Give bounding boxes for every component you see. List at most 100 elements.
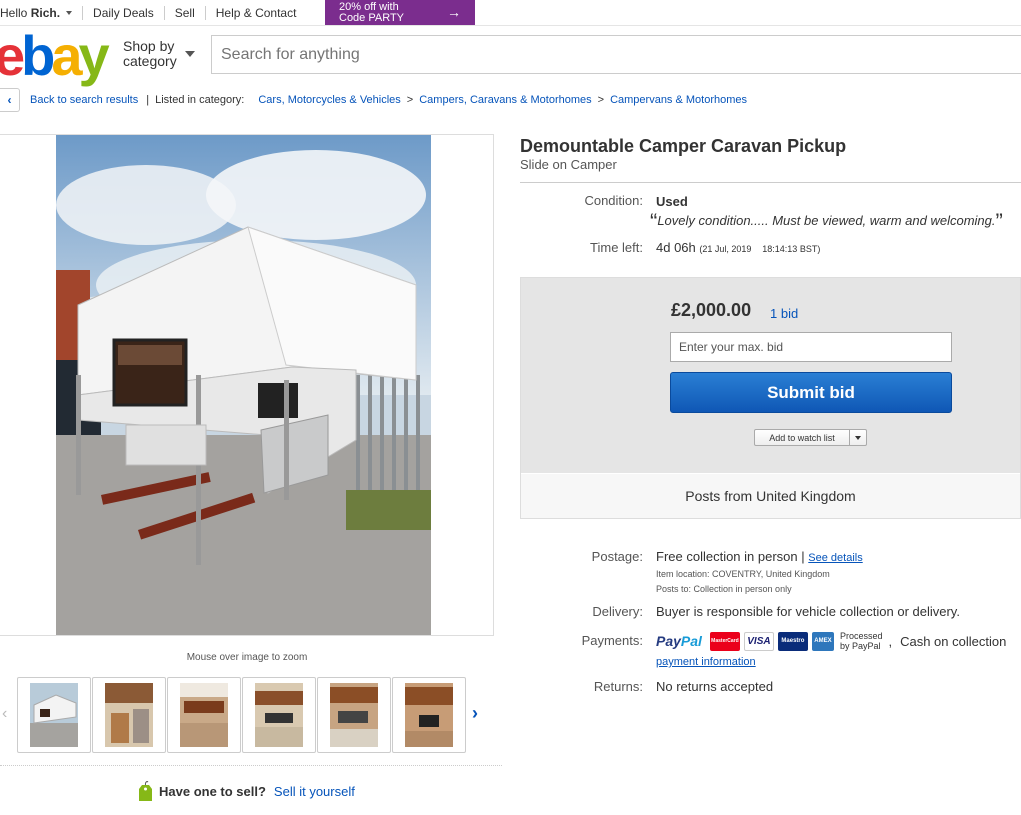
logo-letter-y: y [78, 24, 110, 87]
divider [82, 5, 84, 20]
watch-dropdown[interactable] [850, 435, 866, 440]
thumbnail-3[interactable] [167, 677, 241, 753]
promo-line-2: Code PARTY [339, 11, 405, 24]
main-image-frame[interactable] [0, 134, 494, 636]
thumbnail-image [105, 683, 153, 747]
bid-area: £2,000.00 1 bid Enter your max. bid Subm… [521, 278, 1020, 473]
price-tag-icon [139, 781, 152, 801]
listing-title: Demountable Camper Caravan Pickup [520, 136, 847, 156]
processed-line-2: by PayPal [839, 641, 881, 651]
postage-value: Free collection in person [656, 549, 798, 564]
divider [163, 5, 165, 20]
paypal-logo-part-2: Pal [680, 633, 702, 649]
end-time: 18:14:13 BST) [762, 244, 821, 254]
shop-by-category-button[interactable]: Shop by category [123, 38, 195, 69]
section-divider [0, 765, 502, 766]
listed-in-label: Listed in category: [155, 94, 245, 106]
sell-link[interactable]: Sell [175, 6, 195, 20]
cash-on-collection: Cash on collection [900, 633, 1007, 649]
item-location: Item location: COVENTRY, United Kingdom [656, 569, 830, 579]
help-contact-link[interactable]: Help & Contact [216, 6, 297, 20]
chevron-right-icon[interactable]: › [472, 703, 478, 724]
visa-icon: VISA [743, 631, 774, 651]
user-greeting[interactable]: Hello Rich. [0, 5, 73, 20]
returns-value: No returns accepted [656, 679, 774, 694]
bid-panel: £2,000.00 1 bid Enter your max. bid Subm… [520, 277, 1021, 519]
current-price: £2,000.00 [671, 300, 752, 320]
postage-separator: | [801, 549, 805, 564]
delivery-value: Buyer is responsible for vehicle collect… [656, 604, 960, 619]
chevron-left-icon[interactable]: ‹ [2, 705, 7, 723]
shop-by-line-2: category [123, 53, 177, 69]
add-to-watch-list-label[interactable]: Add to watch list [755, 430, 850, 445]
thumbnail-6[interactable] [392, 677, 466, 753]
thumbnail-5[interactable] [317, 677, 391, 753]
sell-question: Have one to sell? [159, 783, 266, 799]
thumbnail-1[interactable] [17, 677, 91, 753]
amex-icon: AMEX [811, 631, 834, 651]
ebay-logo[interactable]: ebay [0, 28, 110, 84]
processed-line-1: Processed [839, 631, 883, 641]
logo-letter-a: a [51, 24, 82, 87]
thumbnail-strip: ‹ › [0, 677, 500, 753]
condition-quote-text: Lovely condition..... Must be viewed, wa… [657, 213, 996, 228]
payments-label: Payments: [581, 633, 643, 648]
sell-it-yourself-link[interactable]: Sell it yourself [274, 784, 355, 799]
thumbnail-image [180, 683, 228, 747]
top-bar: Hello Rich. Daily Deals Sell Help & Cont… [0, 0, 1021, 26]
max-bid-input[interactable]: Enter your max. bid [670, 332, 952, 362]
end-date: (21 Jul, 2019 [699, 244, 752, 254]
sell-prompt: Have one to sell? Sell it yourself [139, 781, 355, 801]
arrow-right-icon: → [447, 4, 461, 20]
user-name: Rich. [30, 5, 61, 20]
postage-label: Postage: [591, 549, 643, 564]
watch-list-button[interactable]: Add to watch list [754, 429, 867, 446]
condition-value: Used [656, 194, 688, 209]
postage-value-row: Free collection in person | See details [656, 549, 863, 564]
maestro-icon: Maestro [777, 631, 808, 651]
back-to-search-link[interactable]: Back to search results [30, 94, 138, 106]
thumbnail-image [255, 683, 303, 747]
breadcrumb-separator: > [406, 94, 414, 106]
condition-label: Condition: [584, 193, 643, 208]
search-input[interactable]: Search for anything [211, 35, 1021, 74]
thumbnail-4[interactable] [242, 677, 316, 753]
bid-count-link[interactable]: 1 bid [770, 306, 798, 321]
time-left: 4d 06h (21 Jul, 2019 18:14:13 BST) [656, 240, 820, 255]
listing-subtitle: Slide on Camper [520, 157, 617, 172]
breadcrumb-item-campervans[interactable]: Campervans & Motorhomes [610, 94, 747, 106]
thumbnail-2[interactable] [92, 677, 166, 753]
time-left-label: Time left: [590, 240, 643, 255]
camper-photo-image [56, 135, 431, 635]
back-arrow-icon[interactable]: ‹ [0, 88, 20, 112]
posts-to: Posts to: Collection in person only [656, 584, 792, 594]
see-details-link[interactable]: See details [808, 552, 862, 564]
payment-methods: PayPal MasterCard VISA Maestro AMEX Proc… [656, 629, 1006, 653]
delivery-label: Delivery: [592, 604, 643, 619]
divider [204, 5, 206, 20]
shop-by-line-1: Shop by [123, 38, 175, 54]
thumbnail-image [30, 683, 78, 747]
listing-photo[interactable] [56, 135, 431, 635]
submit-bid-button[interactable]: Submit bid [670, 372, 952, 413]
processed-by-paypal: Processed by PayPal [840, 631, 883, 651]
breadcrumb: ‹ Back to search results | Listed in cat… [0, 88, 747, 112]
title-divider [520, 182, 1021, 183]
promo-line-1: 20% off with [339, 0, 399, 13]
thumbnail-image [330, 683, 378, 747]
chevron-down-icon [66, 11, 73, 16]
payment-comma: , [888, 633, 893, 649]
zoom-note: Mouse over image to zoom [186, 652, 308, 663]
thumbnail-image [405, 683, 453, 747]
payment-information-link[interactable]: payment information [656, 656, 756, 668]
greeting-prefix: Hello [0, 5, 31, 20]
paypal-logo-part-1: Pay [656, 633, 681, 649]
chevron-down-icon [185, 51, 195, 57]
breadcrumb-item-campers[interactable]: Campers, Caravans & Motorhomes [419, 94, 591, 106]
breadcrumb-item-cars[interactable]: Cars, Motorcycles & Vehicles [258, 94, 400, 106]
chevron-down-icon [855, 435, 861, 440]
logo-letter-b: b [21, 24, 55, 87]
posts-from-label: Posts from United Kingdom [521, 474, 1020, 518]
promo-banner[interactable]: 20% off with Code PARTY → [325, 0, 475, 25]
daily-deals-link[interactable]: Daily Deals [93, 6, 154, 20]
